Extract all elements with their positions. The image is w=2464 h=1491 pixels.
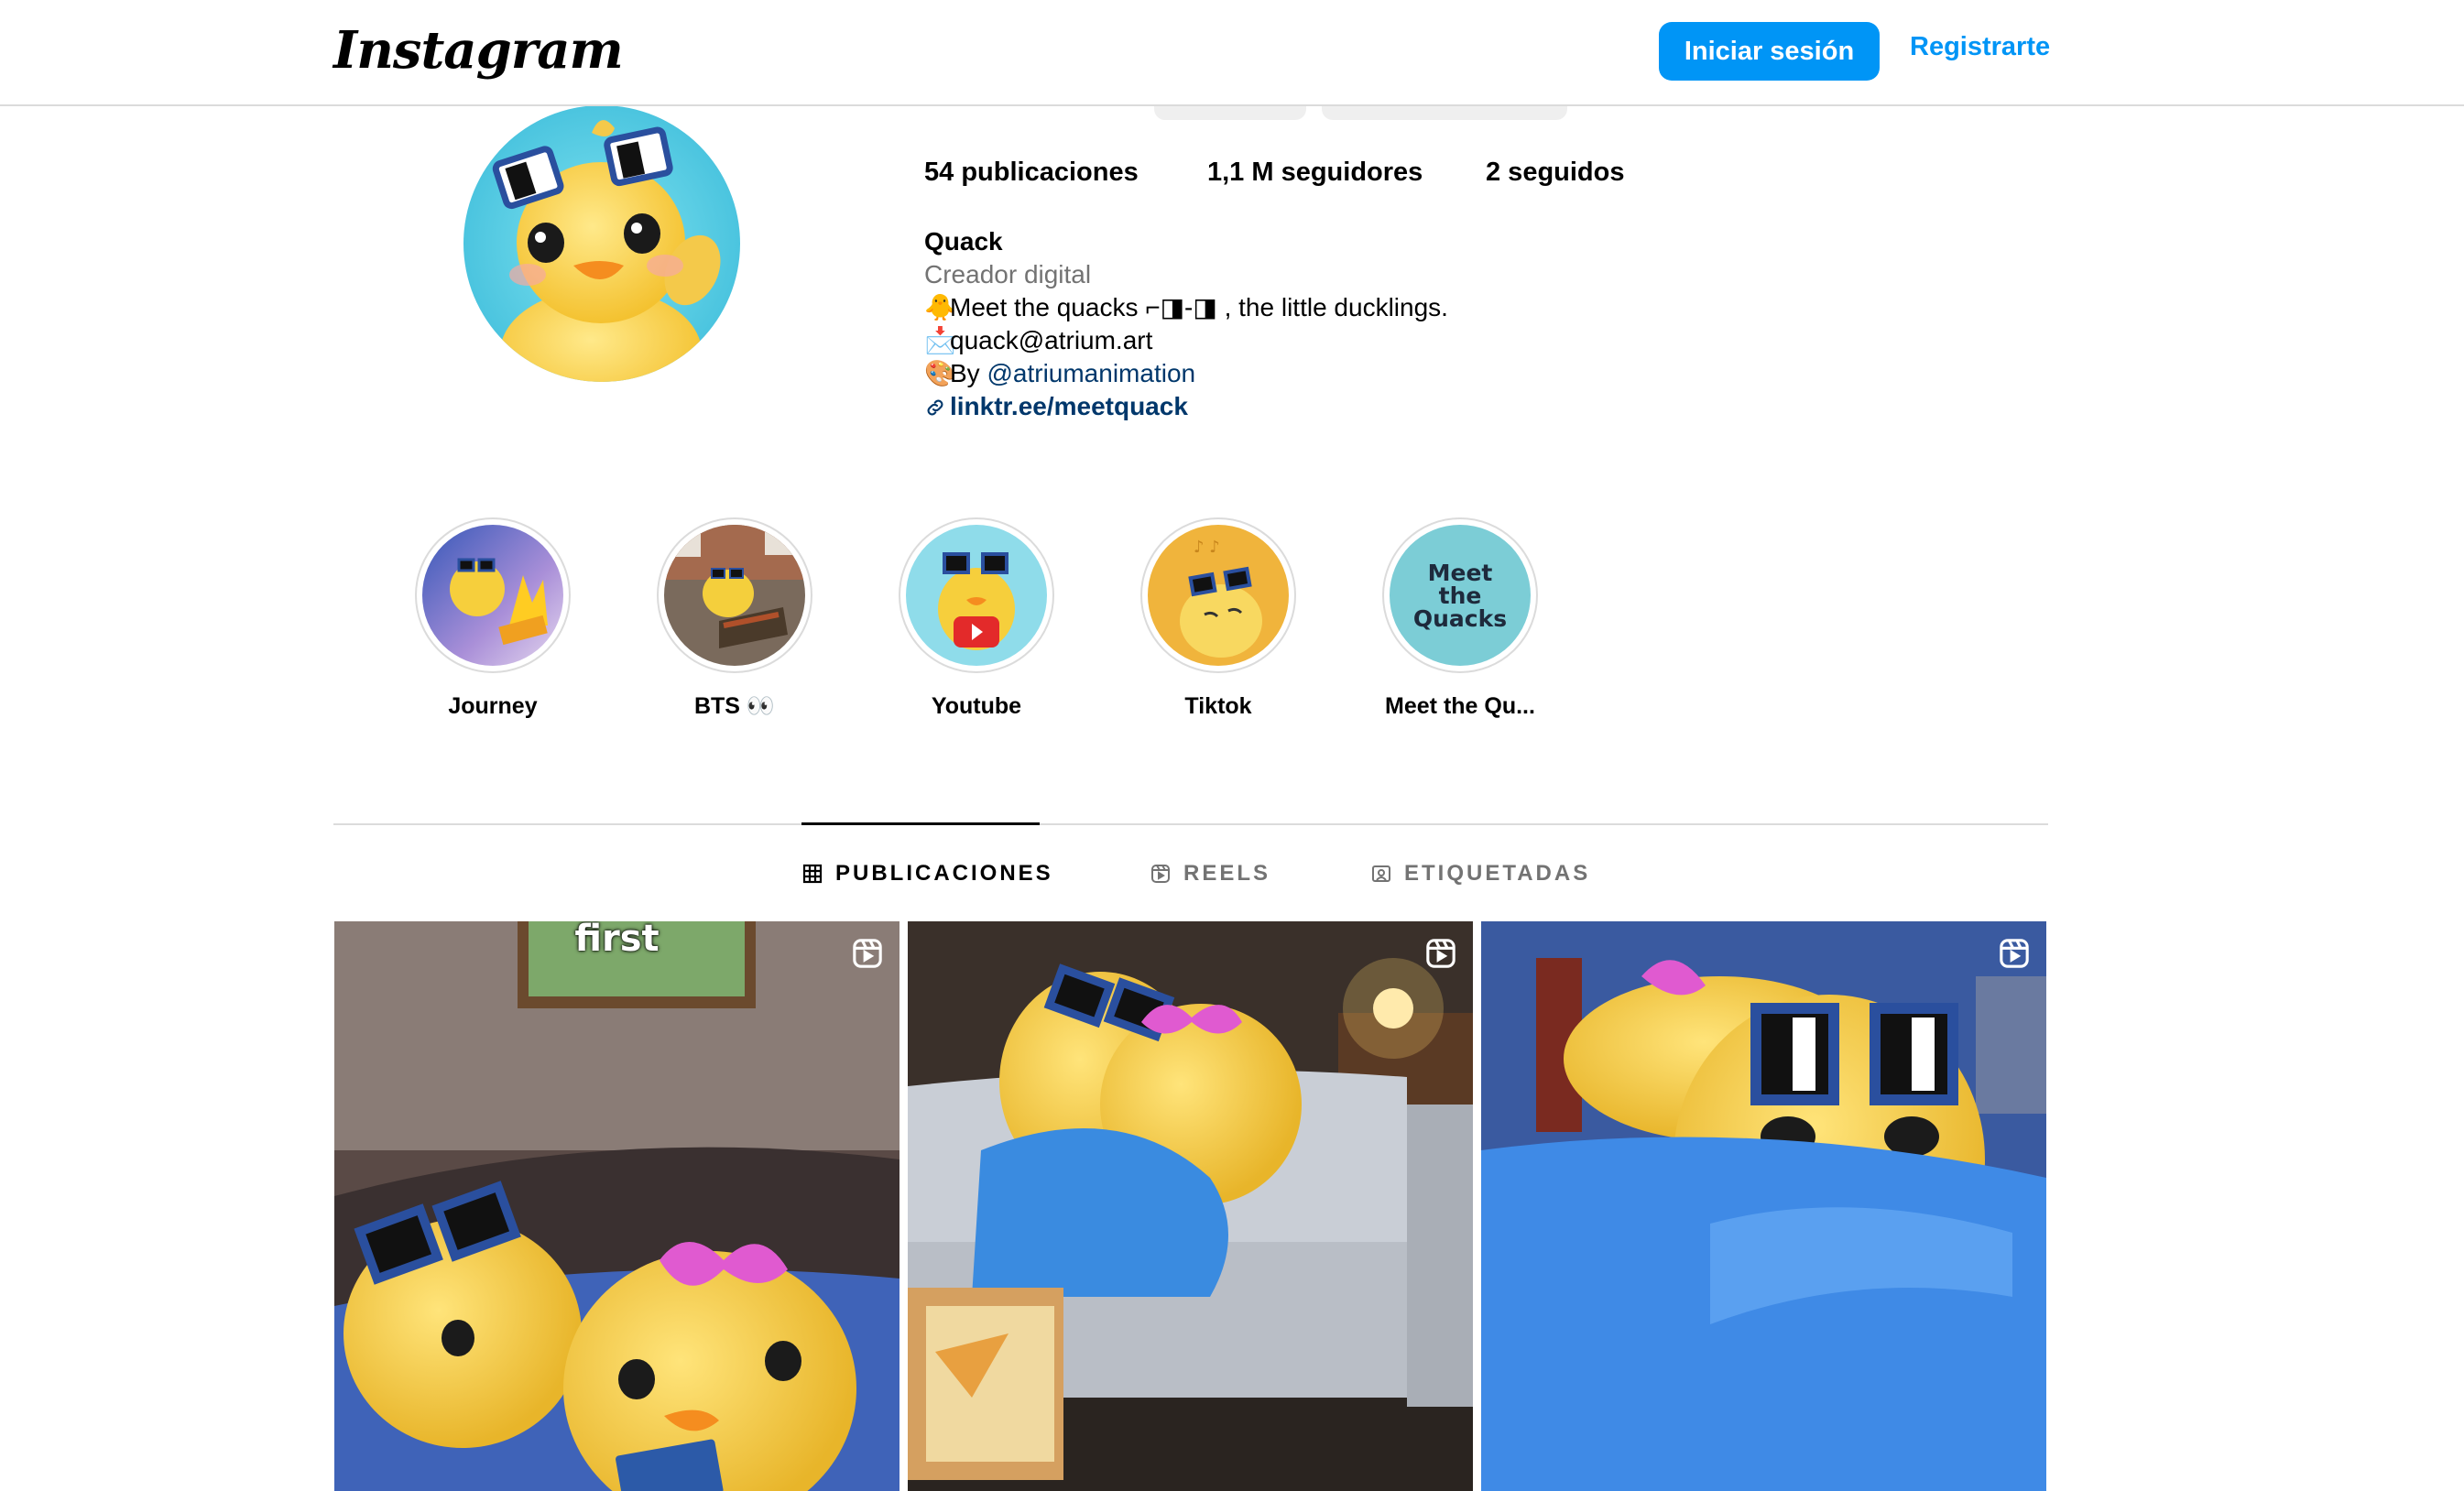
bio-external-link[interactable]: linktr.ee/meetquack <box>924 390 1448 423</box>
post-tile[interactable] <box>908 921 1473 1491</box>
highlight-cover <box>664 525 805 666</box>
highlight-cover <box>906 525 1047 666</box>
reel-badge-icon <box>1425 938 1456 969</box>
highlight-label: Youtube <box>931 693 1022 719</box>
link-icon <box>924 397 950 419</box>
tab-label: ETIQUETADAS <box>1404 861 1591 886</box>
tab-reels[interactable]: REELS <box>1150 861 1270 887</box>
highlight-cover: Meet the Quacks <box>1390 525 1531 666</box>
highlight-cover-text: Quacks <box>1412 604 1508 632</box>
instagram-logo[interactable]: Instagram <box>333 20 624 81</box>
tab-posts[interactable]: PUBLICACIONES <box>802 861 1053 887</box>
highlight-meet-the-quacks[interactable]: Meet the Quacks Meet the Qu... <box>1359 517 1561 720</box>
bio-email: quack@atrium.art <box>950 326 1153 354</box>
post-tile[interactable]: first <box>334 921 899 1491</box>
highlight-journey[interactable]: Journey <box>392 517 594 720</box>
envelope-emoji-icon: 📩 <box>924 326 956 354</box>
tagged-icon <box>1371 864 1391 884</box>
highlight-cover: ♪ ♪ <box>1148 525 1289 666</box>
profile-name: Quack <box>924 227 1003 256</box>
post-overlay-text: first <box>574 921 660 960</box>
highlight-ring <box>415 517 571 673</box>
register-link[interactable]: Registrarte <box>1910 32 2050 62</box>
highlight-label: Journey <box>448 693 538 719</box>
profile-category: Creador digital <box>924 260 1092 288</box>
reels-icon <box>1150 864 1171 884</box>
active-tab-indicator <box>801 822 1040 825</box>
tab-label: PUBLICACIONES <box>835 861 1053 886</box>
bio-line-2: 📩quack@atrium.art <box>924 324 1448 357</box>
highlight-label: Tiktok <box>1184 693 1252 719</box>
profile-bio: Quack Creador digital 🐥Meet the quacks ⌐… <box>924 225 1448 423</box>
post-tile[interactable] <box>1481 921 2046 1491</box>
highlight-ring <box>657 517 812 673</box>
highlight-label: Meet the Qu... <box>1385 693 1535 719</box>
svg-text:♪ ♪: ♪ ♪ <box>1194 538 1220 557</box>
highlight-ring: Meet the Quacks <box>1382 517 1538 673</box>
tab-label: REELS <box>1183 861 1271 886</box>
highlight-cover <box>422 525 563 666</box>
highlight-tiktok[interactable]: ♪ ♪ Tiktok <box>1118 517 1319 720</box>
highlight-ring <box>899 517 1054 673</box>
followers-count[interactable]: 1,1 M seguidores <box>1207 158 1423 188</box>
posts-count: 54 publicaciones <box>924 158 1139 187</box>
reel-badge-icon <box>1999 938 2030 969</box>
grid-icon <box>802 864 823 884</box>
following-count[interactable]: 2 seguidos <box>1486 158 1625 188</box>
reel-badge-icon <box>852 938 883 969</box>
highlight-label: BTS 👀 <box>693 693 776 719</box>
bio-by-text: By <box>950 359 980 387</box>
palette-emoji-icon: 🎨 <box>924 359 956 387</box>
bio-line-3: 🎨By @atriumanimation <box>924 357 1448 390</box>
bio-line-1-text: Meet the quacks ⌐◨-◨ , the little duckli… <box>950 293 1448 321</box>
top-navigation-bar: Instagram Iniciar sesión Registrarte <box>0 0 2464 106</box>
bio-line-1: 🐥Meet the quacks ⌐◨-◨ , the little duckl… <box>924 291 1448 324</box>
highlight-cover-text: the <box>1438 582 1482 609</box>
tabs-divider <box>333 823 2048 825</box>
tab-tagged[interactable]: ETIQUETADAS <box>1371 861 1590 887</box>
chick-emoji-icon: 🐥 <box>924 293 956 321</box>
login-button[interactable]: Iniciar sesión <box>1659 22 1880 81</box>
highlight-ring: ♪ ♪ <box>1140 517 1296 673</box>
profile-avatar[interactable] <box>463 105 740 382</box>
mention-link[interactable]: @atriumanimation <box>987 359 1195 387</box>
external-link-text[interactable]: linktr.ee/meetquack <box>950 392 1188 420</box>
highlight-bts[interactable]: BTS 👀 <box>634 517 835 720</box>
highlight-cover-text: Meet <box>1427 559 1493 586</box>
highlight-youtube[interactable]: Youtube <box>876 517 1077 720</box>
